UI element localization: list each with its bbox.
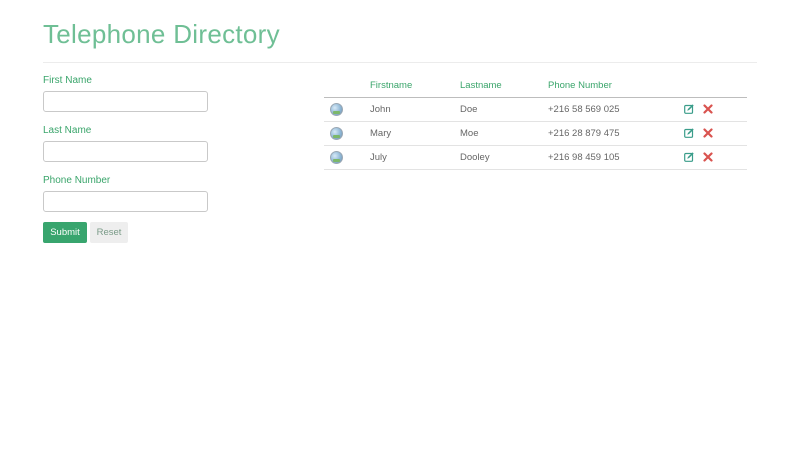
phone-cell: +216 98 459 105 (548, 145, 684, 170)
delete-icon[interactable] (703, 128, 713, 139)
actions-cell (684, 145, 747, 170)
avatar-cell (324, 121, 370, 146)
phone-cell: +216 28 879 475 (548, 121, 684, 146)
first-name-field: First Name (43, 74, 209, 112)
lastname-cell: Dooley (460, 145, 548, 170)
last-name-field: Last Name (43, 124, 209, 162)
submit-button[interactable]: Submit (43, 222, 87, 243)
table-row: Mary Moe +216 28 879 475 (324, 121, 747, 146)
header-lastname: Lastname (460, 74, 548, 98)
phone-number-label: Phone Number (43, 175, 111, 186)
delete-icon[interactable] (703, 104, 713, 115)
edit-icon[interactable] (684, 104, 694, 115)
delete-icon[interactable] (703, 152, 713, 163)
table-row: July Dooley +216 98 459 105 (324, 145, 747, 170)
header-actions (684, 74, 747, 98)
avatar (330, 151, 343, 164)
table-row: John Doe +216 58 569 025 (324, 97, 747, 122)
contact-form: First Name Last Name Phone Number Submit… (43, 74, 209, 243)
lastname-cell: Doe (460, 97, 548, 122)
actions-cell (684, 97, 747, 122)
avatar (330, 103, 343, 116)
avatar (330, 127, 343, 140)
phone-number-input[interactable] (43, 191, 208, 212)
header-firstname: Firstname (370, 74, 460, 98)
directory-table: Firstname Lastname Phone Number John Doe… (324, 74, 747, 170)
reset-button[interactable]: Reset (90, 222, 128, 243)
form-buttons: Submit Reset (43, 222, 209, 243)
edit-icon[interactable] (684, 128, 694, 139)
header-divider (43, 62, 757, 63)
actions-cell (684, 121, 747, 146)
lastname-cell: Moe (460, 121, 548, 146)
table-header: Firstname Lastname Phone Number (324, 74, 747, 98)
first-name-input[interactable] (43, 91, 208, 112)
firstname-cell: July (370, 145, 460, 170)
table-body: John Doe +216 58 569 025 Mary Moe +216 2… (324, 97, 747, 170)
avatar-cell (324, 97, 370, 122)
edit-icon[interactable] (684, 152, 694, 163)
table-header-row: Firstname Lastname Phone Number (324, 74, 747, 98)
last-name-label: Last Name (43, 125, 92, 136)
last-name-input[interactable] (43, 141, 208, 162)
phone-cell: +216 58 569 025 (548, 97, 684, 122)
avatar-cell (324, 145, 370, 170)
phone-number-field: Phone Number (43, 174, 209, 212)
header-phone-number: Phone Number (548, 74, 684, 98)
firstname-cell: Mary (370, 121, 460, 146)
firstname-cell: John (370, 97, 460, 122)
header-avatar (324, 74, 370, 98)
page-title: Telephone Directory (43, 19, 280, 49)
first-name-label: First Name (43, 75, 92, 86)
page: Telephone Directory First Name Last Name… (0, 0, 800, 450)
